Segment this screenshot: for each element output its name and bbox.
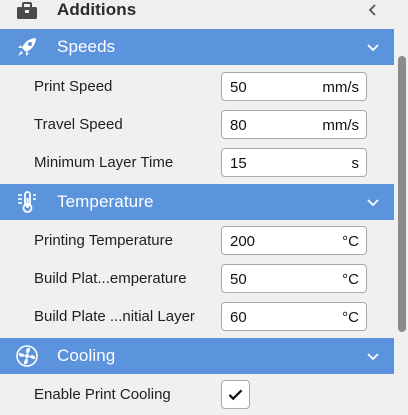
build-plate-temperature-unit: °C [342,271,359,288]
build-plate-initial-layer-value[interactable]: 60 [230,309,247,326]
setting-row-build-plate-initial-layer: Build Plate ...nitial Layer 60 °C [0,298,394,336]
fan-icon [16,345,38,367]
section-title-speeds: Speeds [57,37,116,56]
setting-row-travel-speed: Travel Speed 80 mm/s [0,106,394,144]
min-layer-time-field[interactable]: 15 s [221,148,367,177]
chevron-down-icon[interactable] [366,195,380,209]
print-speed-value[interactable]: 50 [230,79,247,96]
section-title-temperature: Temperature [57,192,154,211]
section-title-additions: Additions [57,0,137,19]
settings-panel: Additions Speeds Print Speed 50 mm/s Tra… [0,0,394,415]
thermometer-icon [18,191,36,213]
build-plate-temperature-field[interactable]: 50 °C [221,264,367,293]
min-layer-time-label: Minimum Layer Time [34,154,174,171]
travel-speed-value[interactable]: 80 [230,117,247,134]
travel-speed-field[interactable]: 80 mm/s [221,110,367,139]
build-plate-initial-layer-unit: °C [342,309,359,326]
setting-row-printing-temperature: Printing Temperature 200 °C [0,222,394,260]
setting-row-build-plate-temperature: Build Plat...emperature 50 °C [0,260,394,298]
travel-speed-label: Travel Speed [34,116,123,133]
build-plate-initial-layer-label: Build Plate ...nitial Layer [34,308,195,325]
setting-row-min-layer-time: Minimum Layer Time 15 s [0,144,394,182]
toolbox-icon [17,2,37,19]
checkmark-icon [228,389,243,401]
min-layer-time-value[interactable]: 15 [230,155,247,172]
build-plate-initial-layer-field[interactable]: 60 °C [221,302,367,331]
printing-temperature-label: Printing Temperature [34,232,173,249]
enable-print-cooling-checkbox[interactable] [221,380,250,409]
section-header-cooling[interactable]: Cooling [0,338,394,374]
min-layer-time-unit: s [351,155,360,172]
section-header-temperature[interactable]: Temperature [0,184,394,220]
setting-row-enable-print-cooling: Enable Print Cooling [0,376,394,414]
print-speed-unit: mm/s [322,79,359,96]
printing-temperature-unit: °C [342,233,359,250]
chevron-left-icon[interactable] [366,3,380,17]
printing-temperature-value[interactable]: 200 [230,233,255,250]
chevron-down-icon[interactable] [366,40,380,54]
setting-row-print-speed: Print Speed 50 mm/s [0,68,394,106]
section-header-speeds[interactable]: Speeds [0,29,394,65]
build-plate-temperature-value[interactable]: 50 [230,271,247,288]
travel-speed-unit: mm/s [322,117,359,134]
print-speed-field[interactable]: 50 mm/s [221,72,367,101]
chevron-down-icon[interactable] [366,349,380,363]
rocket-icon [18,38,36,56]
printing-temperature-field[interactable]: 200 °C [221,226,367,255]
section-header-additions[interactable]: Additions [0,0,394,28]
print-speed-label: Print Speed [34,78,113,95]
section-title-cooling: Cooling [57,346,116,365]
enable-print-cooling-label: Enable Print Cooling [34,386,171,403]
build-plate-temperature-label: Build Plat...emperature [34,270,187,287]
scrollbar-thumb[interactable] [398,56,406,332]
